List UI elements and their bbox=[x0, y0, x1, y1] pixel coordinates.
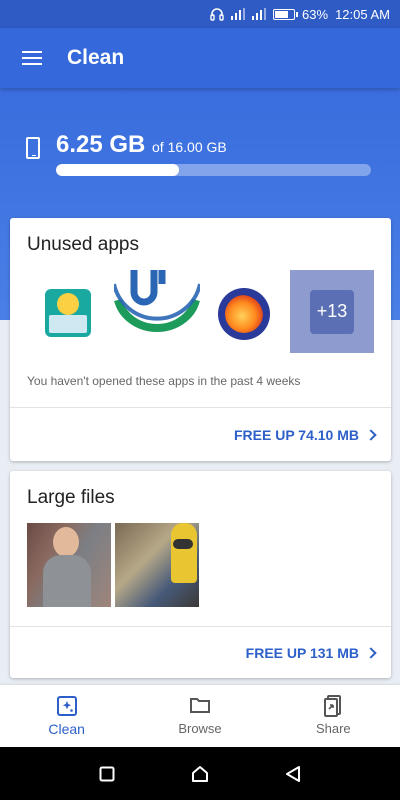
large-file-thumbnail[interactable] bbox=[27, 523, 111, 607]
folder-icon bbox=[189, 695, 211, 715]
more-apps-count: +13 bbox=[316, 301, 348, 321]
battery-icon bbox=[273, 8, 299, 20]
page-title: Clean bbox=[67, 46, 125, 69]
signal-icon-2 bbox=[252, 8, 267, 20]
large-files-title: Large files bbox=[27, 487, 115, 508]
nav-label-clean: Clean bbox=[48, 721, 85, 737]
unused-apps-title: Unused apps bbox=[27, 234, 139, 255]
battery-percent: 63% bbox=[302, 6, 329, 22]
free-up-large-files-button[interactable]: FREE UP 131 MB bbox=[245, 645, 377, 661]
home-icon bbox=[191, 765, 208, 782]
storage-progress-fill bbox=[56, 164, 179, 176]
app-bar: Clean bbox=[0, 28, 400, 88]
nav-item-browse[interactable]: Browse bbox=[133, 685, 266, 747]
menu-button[interactable] bbox=[0, 28, 64, 88]
square-icon bbox=[99, 766, 115, 781]
storage-progress-bar bbox=[56, 164, 371, 176]
bottom-nav: Clean Browse Share bbox=[0, 685, 400, 747]
back-triangle-icon bbox=[286, 765, 301, 782]
large-files-card[interactable]: Large files FREE UP 131 MB bbox=[10, 471, 391, 678]
home-button[interactable] bbox=[188, 762, 212, 786]
divider bbox=[10, 407, 391, 408]
back-button[interactable] bbox=[281, 762, 305, 786]
share-phone-icon bbox=[322, 695, 344, 717]
headphones-icon bbox=[210, 7, 224, 21]
clock: 12:05 AM bbox=[335, 6, 390, 22]
phoenix-browser-app-icon[interactable] bbox=[218, 288, 270, 340]
nav-label-browse: Browse bbox=[178, 721, 222, 736]
signal-icon bbox=[231, 8, 246, 20]
free-up-unused-apps-button[interactable]: FREE UP 74.10 MB bbox=[233, 427, 377, 443]
hamburger-icon bbox=[22, 51, 42, 65]
large-file-thumbnail-2[interactable] bbox=[115, 523, 199, 607]
free-up-unused-apps-label: FREE UP 74.10 MB bbox=[233, 427, 359, 443]
clean-sparkle-icon bbox=[56, 695, 78, 716]
storage-used: 6.25 GB bbox=[56, 131, 146, 158]
storage-total: of 16.00 GB bbox=[152, 139, 227, 155]
recents-button[interactable] bbox=[95, 762, 119, 786]
unused-apps-card[interactable]: Unused apps +13 You haven't opened these… bbox=[10, 218, 391, 461]
unused-apps-description: You haven't opened these apps in the pas… bbox=[27, 374, 301, 388]
nav-item-share[interactable]: Share bbox=[267, 685, 400, 747]
more-apps-tile[interactable]: +13 bbox=[290, 270, 374, 353]
chevron-right-icon bbox=[365, 429, 377, 441]
unused-app-icon-2[interactable] bbox=[112, 270, 202, 340]
free-up-large-files-label: FREE UP 131 MB bbox=[245, 645, 359, 661]
emoji-keyboard-app-icon[interactable] bbox=[45, 289, 91, 337]
divider bbox=[10, 626, 391, 627]
nav-label-share: Share bbox=[315, 721, 351, 736]
system-nav-bar bbox=[0, 747, 400, 800]
nav-item-clean[interactable]: Clean bbox=[0, 685, 133, 747]
chevron-right-icon bbox=[365, 647, 377, 659]
status-bar: 63% 12:05 AM bbox=[0, 0, 400, 28]
phone-icon bbox=[26, 137, 40, 159]
